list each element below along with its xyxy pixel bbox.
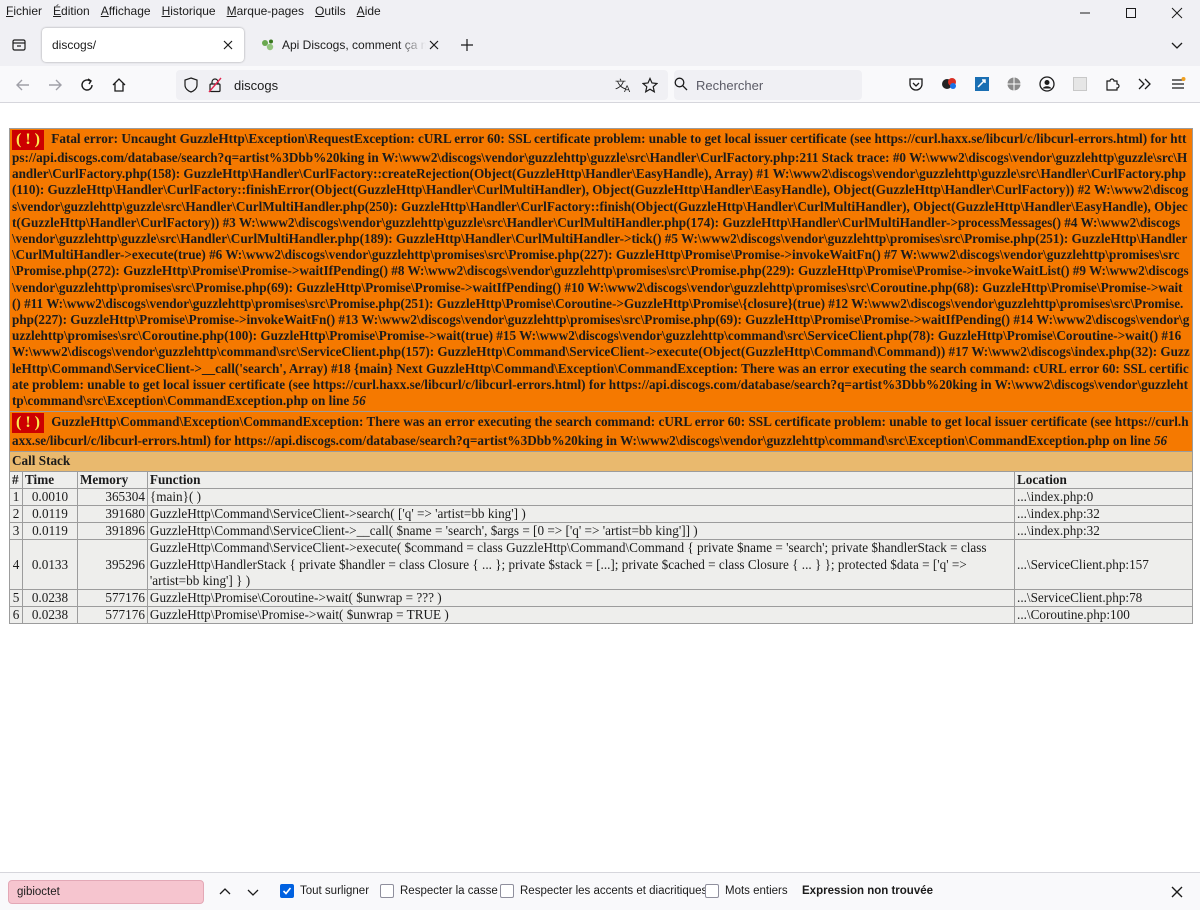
command-exception-row: ( ! ) GuzzleHttp\Command\Exception\Comma… bbox=[9, 411, 1193, 453]
call-stack-header: Call Stack bbox=[9, 451, 1193, 472]
find-next-button[interactable] bbox=[242, 881, 264, 903]
match-diacritics-checkbox[interactable]: Respecter les accents et diacritiques bbox=[500, 884, 707, 898]
col-location: Location bbox=[1014, 470, 1193, 489]
menu-affichage[interactable]: Affichage bbox=[95, 1, 156, 21]
page-content: ( ! ) Fatal error: Uncaught GuzzleHttp\E… bbox=[0, 104, 1200, 872]
pocket-icon[interactable] bbox=[904, 72, 928, 96]
arrow-left-icon bbox=[16, 79, 29, 91]
tab-bar: discogs/ Api Discogs, comment ça marche bbox=[0, 22, 1200, 66]
extension-grey-icon[interactable] bbox=[1068, 72, 1092, 96]
search-bar bbox=[674, 70, 862, 100]
fatal-error-row: ( ! ) Fatal error: Uncaught GuzzleHttp\E… bbox=[9, 127, 1193, 413]
tab-title: discogs/ bbox=[52, 38, 97, 52]
extension-blue-icon[interactable] bbox=[970, 72, 994, 96]
chevron-up-icon bbox=[219, 888, 231, 895]
table-row: 2 0.0119 391680 GuzzleHttp\Command\Servi… bbox=[9, 505, 1193, 524]
table-row: 6 0.0238 577176 GuzzleHttp\Promise\Promi… bbox=[9, 606, 1193, 625]
search-icon bbox=[674, 77, 688, 94]
tab-list-icon bbox=[12, 39, 26, 51]
menu-fichier[interactable]: Fichier bbox=[0, 1, 47, 21]
reload-button[interactable] bbox=[74, 72, 100, 98]
account-icon[interactable] bbox=[1035, 72, 1059, 96]
tab-close-button[interactable] bbox=[220, 37, 236, 53]
minimize-icon bbox=[1080, 12, 1090, 14]
checkbox-unchecked[interactable] bbox=[705, 884, 719, 898]
checkbox-checked[interactable] bbox=[280, 884, 294, 898]
menu-edition[interactable]: Édition bbox=[47, 1, 95, 21]
col-num: # bbox=[9, 470, 23, 489]
tab-title: Api Discogs, comment ça marche bbox=[282, 38, 426, 52]
col-time: Time bbox=[21, 470, 78, 489]
extension-multicolor-icon[interactable] bbox=[938, 72, 962, 96]
xdebug-error-table: ( ! ) Fatal error: Uncaught GuzzleHttp\E… bbox=[9, 127, 1193, 625]
close-icon bbox=[1171, 7, 1183, 19]
chevron-down-icon bbox=[247, 889, 259, 896]
table-row: 1 0.0010 365304 {main}( ) ...\index.php:… bbox=[9, 487, 1193, 507]
checkmark-icon bbox=[282, 887, 292, 895]
close-icon bbox=[429, 40, 439, 50]
error-badge-icon: ( ! ) bbox=[12, 413, 44, 434]
home-button[interactable] bbox=[106, 72, 132, 98]
menu-aide[interactable]: Aide bbox=[351, 1, 386, 21]
find-bar: Tout surligner Respecter la casse Respec… bbox=[0, 872, 1200, 910]
table-row: 3 0.0119 391896 GuzzleHttp\Command\Servi… bbox=[9, 522, 1193, 541]
menu-bar: Fichier Édition Affichage Historique Mar… bbox=[0, 0, 1200, 22]
whole-words-checkbox[interactable]: Mots entiers bbox=[705, 884, 788, 898]
url-input[interactable] bbox=[232, 76, 592, 94]
home-icon bbox=[112, 78, 126, 92]
tab-list-button[interactable] bbox=[8, 34, 30, 56]
match-case-checkbox[interactable]: Respecter la casse bbox=[380, 884, 498, 898]
highlight-all-checkbox[interactable]: Tout surligner bbox=[280, 884, 369, 898]
tab-discogs[interactable]: discogs/ bbox=[42, 28, 244, 62]
overflow-chevrons-icon[interactable] bbox=[1132, 72, 1156, 96]
search-input[interactable] bbox=[694, 76, 844, 94]
url-bar: 文A bbox=[176, 70, 668, 100]
fatal-error-message: ( ! ) Fatal error: Uncaught GuzzleHttp\E… bbox=[9, 127, 1193, 413]
close-icon bbox=[1171, 886, 1183, 898]
all-tabs-button[interactable] bbox=[1166, 34, 1188, 56]
chevron-down-icon bbox=[1171, 42, 1183, 49]
table-row: 4 0.0133 395296 GuzzleHttp\Command\Servi… bbox=[9, 539, 1193, 591]
tab-api-discogs[interactable]: Api Discogs, comment ça marche bbox=[250, 28, 450, 62]
col-memory: Memory bbox=[76, 470, 148, 489]
menu-marque-pages[interactable]: Marque-pages bbox=[221, 1, 309, 21]
reload-icon bbox=[81, 78, 93, 91]
forward-button[interactable] bbox=[42, 72, 68, 98]
call-stack-title: Call Stack bbox=[9, 451, 1193, 472]
extension-globe-icon[interactable] bbox=[1002, 72, 1026, 96]
call-stack-columns: # Time Memory Function Location bbox=[9, 470, 1193, 489]
svg-text:A: A bbox=[624, 85, 631, 93]
find-previous-button[interactable] bbox=[214, 881, 236, 903]
leaf-favicon-icon bbox=[260, 37, 276, 53]
tab-close-button[interactable] bbox=[426, 37, 442, 53]
new-tab-button[interactable] bbox=[456, 34, 478, 56]
command-exception-message: ( ! ) GuzzleHttp\Command\Exception\Comma… bbox=[9, 411, 1193, 453]
shield-icon[interactable] bbox=[182, 76, 200, 94]
find-input[interactable] bbox=[8, 880, 204, 904]
extensions-puzzle-icon[interactable] bbox=[1100, 72, 1124, 96]
navigation-bar: 文A bbox=[0, 66, 1200, 103]
find-status-text: Expression non trouvée bbox=[802, 885, 934, 897]
plus-icon bbox=[461, 39, 473, 51]
bookmark-star-icon[interactable] bbox=[640, 75, 660, 95]
close-icon bbox=[223, 40, 233, 50]
error-badge-icon: ( ! ) bbox=[12, 130, 44, 150]
menu-outils[interactable]: Outils bbox=[309, 1, 351, 21]
maximize-icon bbox=[1126, 8, 1136, 18]
arrow-right-icon bbox=[49, 79, 62, 91]
insecure-lock-icon[interactable] bbox=[206, 76, 224, 94]
back-button[interactable] bbox=[10, 72, 36, 98]
table-row: 5 0.0238 577176 GuzzleHttp\Promise\Corou… bbox=[9, 589, 1193, 608]
menu-historique[interactable]: Historique bbox=[156, 1, 221, 21]
col-function: Function bbox=[146, 470, 1016, 489]
hamburger-menu-icon[interactable] bbox=[1166, 72, 1190, 96]
checkbox-unchecked[interactable] bbox=[500, 884, 514, 898]
find-close-button[interactable] bbox=[1166, 881, 1188, 903]
translate-icon[interactable]: 文A bbox=[614, 75, 634, 95]
checkbox-unchecked[interactable] bbox=[380, 884, 394, 898]
